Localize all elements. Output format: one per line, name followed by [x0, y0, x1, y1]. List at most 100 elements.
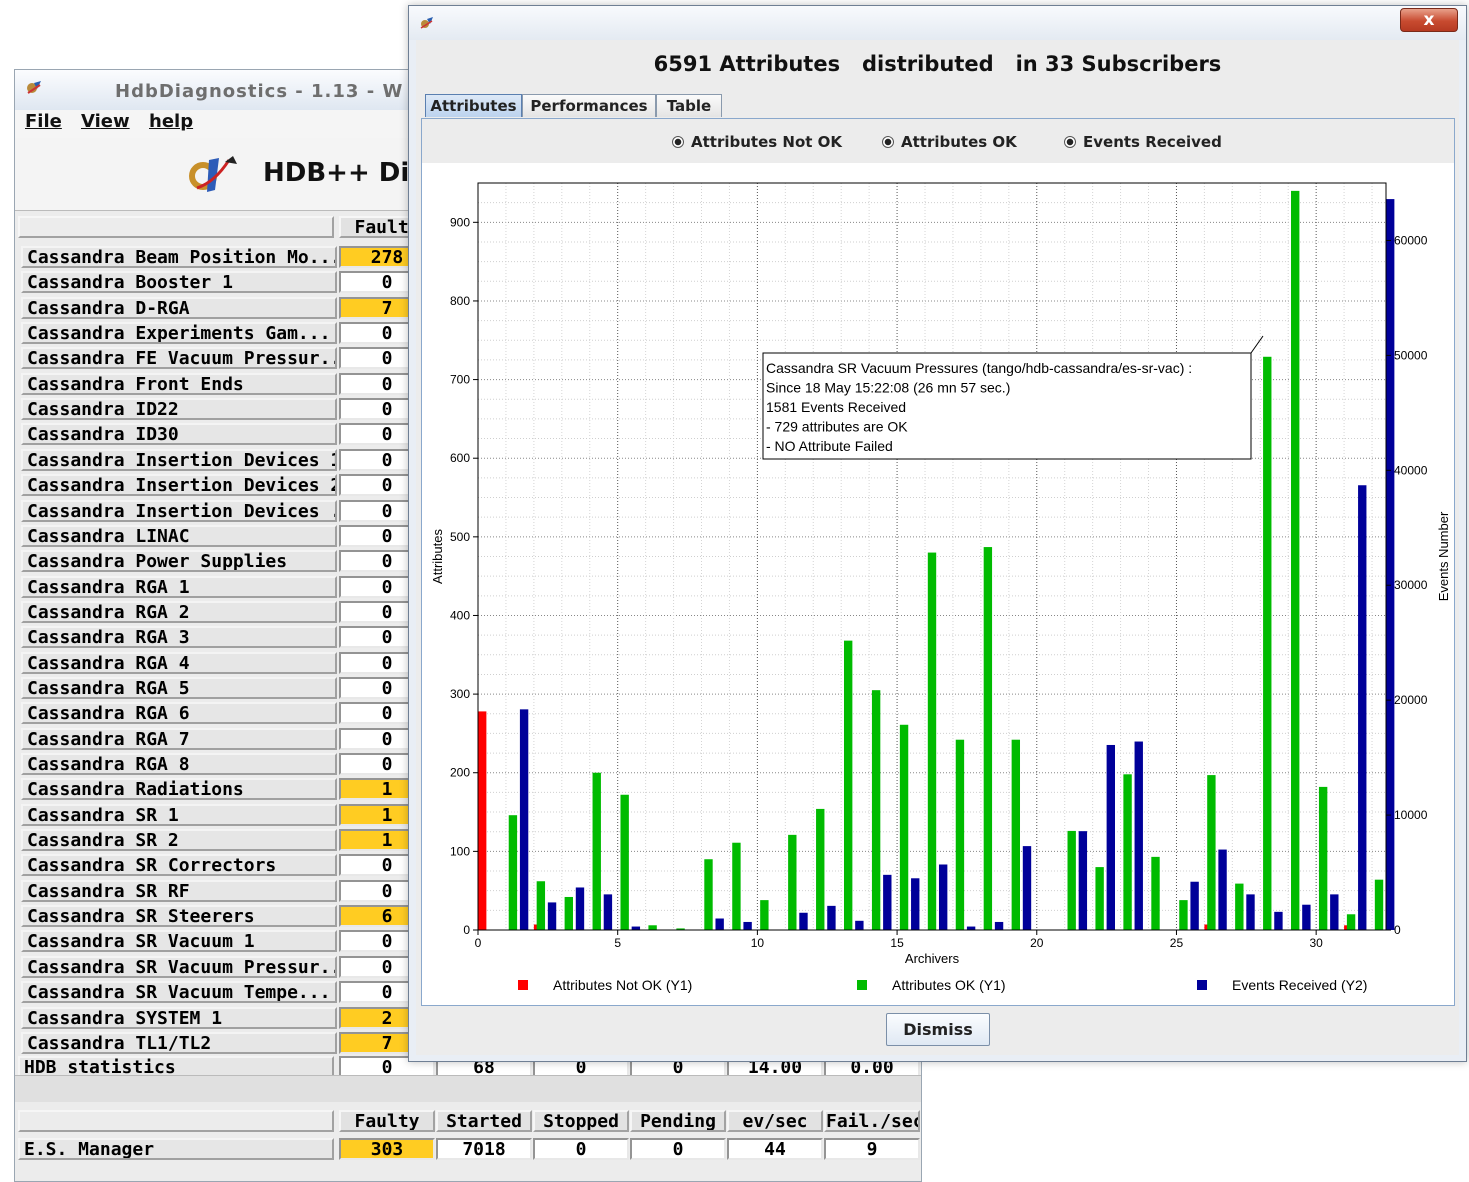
- radio-label-ok: Attributes OK: [901, 133, 1017, 151]
- bar: [1095, 867, 1104, 930]
- radio-attributes-ok[interactable]: Attributes OK: [882, 133, 1017, 151]
- y-tick-label: 700: [450, 373, 470, 387]
- bar: [760, 900, 769, 930]
- dialog-body: 6591 Attributes distributed in 33 Subscr…: [416, 40, 1459, 1055]
- bar: [955, 739, 965, 930]
- manager-header-started[interactable]: Started: [436, 1110, 532, 1132]
- bar: [938, 864, 948, 930]
- dismiss-button[interactable]: Dismiss: [886, 1013, 990, 1046]
- app-icon: [27, 81, 41, 94]
- menu-help[interactable]: help: [149, 111, 193, 132]
- subscriber-name: Cassandra Front Ends: [21, 372, 337, 395]
- section-separator: [15, 1075, 921, 1102]
- manager-ev-sec: 44: [727, 1138, 823, 1160]
- bar: [732, 842, 741, 930]
- bar: [1246, 894, 1255, 930]
- bar: [536, 881, 546, 930]
- manager-header-ev-sec[interactable]: ev/sec: [727, 1110, 823, 1132]
- banner-title: HDB++ Di: [263, 158, 410, 188]
- legend-swatch: [518, 980, 528, 990]
- subscriber-name: Cassandra ID22: [21, 398, 337, 421]
- radio-label-not-ok: Attributes Not OK: [691, 133, 843, 151]
- subscriber-name: Cassandra Experiments Gam...: [21, 322, 337, 345]
- x-tick-label: 0: [475, 936, 482, 950]
- subscriber-name: Cassandra RGA 2: [21, 600, 337, 623]
- x-tick-label: 30: [1309, 936, 1323, 950]
- bar: [547, 902, 557, 930]
- tooltip-line: 1581 Events Received: [766, 399, 906, 415]
- bar: [1078, 831, 1088, 930]
- bar: [1374, 879, 1384, 930]
- bar: [1218, 849, 1227, 930]
- subscriber-name: Cassandra RGA 7: [21, 727, 337, 750]
- subscriber-name: Cassandra RGA 4: [21, 651, 337, 674]
- main-window-title: HdbDiagnostics - 1.13 - W: [115, 81, 404, 102]
- subscriber-name: Cassandra RGA 6: [21, 702, 337, 725]
- bar: [843, 640, 853, 930]
- bar: [1358, 485, 1367, 930]
- subscriber-name: Cassandra SYSTEM 1: [21, 1006, 337, 1029]
- bar: [883, 874, 892, 930]
- tab-performances[interactable]: Performances: [522, 94, 656, 117]
- x-tick-label: 20: [1030, 936, 1044, 950]
- manager-name: E.S. Manager: [18, 1138, 334, 1160]
- bar: [1179, 900, 1188, 930]
- manager-started: 7018: [436, 1138, 532, 1160]
- subscriber-name: Cassandra SR Vacuum Pressur...: [21, 955, 337, 978]
- attributes-bar-chart[interactable]: 0100200300400500600700800900010000200003…: [422, 163, 1454, 1005]
- y2-tick-label: 20000: [1394, 693, 1428, 707]
- tab-attributes[interactable]: Attributes: [425, 94, 522, 117]
- manager-name-header: [18, 1110, 334, 1132]
- manager-header-fail-sec[interactable]: Fail./sec: [824, 1110, 920, 1132]
- y2-tick-label: 60000: [1394, 233, 1428, 247]
- dialog-titlebar[interactable]: x: [409, 6, 1466, 40]
- manager-header-faulty[interactable]: Faulty: [339, 1110, 435, 1132]
- subscriber-name: Cassandra D-RGA: [21, 296, 337, 319]
- y2-tick-label: 0: [1394, 923, 1401, 937]
- bar: [911, 878, 920, 930]
- manager-row[interactable]: E.S. Manager 303 7018 0 0 44 9: [18, 1138, 923, 1163]
- subscriber-name: Cassandra SR RF: [21, 879, 337, 902]
- menu-file[interactable]: File: [25, 111, 62, 132]
- radio-attributes-not-ok[interactable]: Attributes Not OK: [672, 133, 842, 151]
- bar: [620, 794, 629, 930]
- subscriber-name: Cassandra SR Vacuum Tempe...: [21, 981, 337, 1004]
- bar: [715, 918, 724, 930]
- radio-events-received[interactable]: Events Received: [1064, 133, 1222, 151]
- bar: [855, 920, 864, 930]
- legend-label: Attributes OK (Y1): [892, 977, 1006, 993]
- bar: [1330, 894, 1339, 930]
- y2-tick-label: 30000: [1394, 578, 1428, 592]
- bar: [788, 834, 797, 930]
- y2-tick-label: 50000: [1394, 348, 1428, 362]
- subscriber-name: Cassandra RGA 5: [21, 676, 337, 699]
- subscriber-name: Cassandra LINAC: [21, 524, 337, 547]
- series-radio-bar: Attributes Not OK Attributes OK Events R…: [422, 119, 1454, 163]
- legend-label: Events Received (Y2): [1232, 977, 1367, 993]
- legend-label: Attributes Not OK (Y1): [553, 977, 692, 993]
- y-tick-label: 0: [463, 923, 470, 937]
- bar: [1190, 881, 1199, 930]
- x-axis-label: Archivers: [905, 951, 960, 966]
- y-tick-label: 300: [450, 687, 470, 701]
- bar: [564, 896, 573, 930]
- y-tick-label: 200: [450, 766, 470, 780]
- subscriber-name: Cassandra TL1/TL2: [21, 1031, 337, 1054]
- manager-header-row: Faulty Started Stopped Pending ev/sec Fa…: [18, 1110, 923, 1135]
- x-tick-label: 25: [1170, 936, 1184, 950]
- manager-header-stopped[interactable]: Stopped: [533, 1110, 629, 1132]
- manager-pending: 0: [630, 1138, 726, 1160]
- bar: [871, 690, 881, 930]
- close-button[interactable]: x: [1400, 8, 1458, 32]
- attributes-dialog: x 6591 Attributes distributed in 33 Subs…: [408, 5, 1467, 1062]
- bar: [603, 894, 613, 930]
- menu-help-label: help: [149, 111, 194, 132]
- tab-table[interactable]: Table: [656, 94, 722, 117]
- chart-area: 0 100 200 300 400 500 600 700 800 900 0 10000 20000 3…: [422, 163, 1454, 1005]
- manager-header-pending[interactable]: Pending: [630, 1110, 726, 1132]
- x-tick-label: 15: [890, 936, 904, 950]
- bar: [1011, 739, 1021, 930]
- menu-view[interactable]: View: [81, 111, 130, 132]
- y-tick-label: 600: [450, 451, 470, 465]
- dialog-header: 6591 Attributes distributed in 33 Subscr…: [653, 52, 1222, 76]
